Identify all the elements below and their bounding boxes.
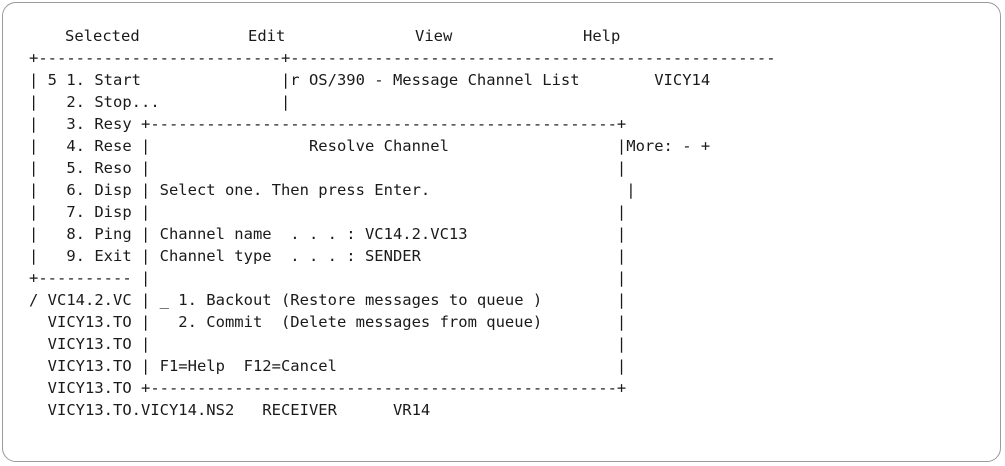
- screen-line: | 5 1. Start |r OS/390 - Message Channel…: [29, 71, 711, 89]
- screen-line: VICY13.TO | |: [29, 335, 627, 353]
- menu-view[interactable]: View: [415, 25, 452, 47]
- dialog-bottom-border: VICY13.TO +-----------------------------…: [29, 379, 627, 397]
- screen-line: | 5. Reso | |: [29, 159, 627, 177]
- option-commit-line[interactable]: VICY13.TO | 2. Commit (Delete messages f…: [29, 311, 627, 333]
- dialog-title-line: | 4. Rese | Resolve Channel |More: - +: [29, 137, 711, 155]
- function-keys-line[interactable]: VICY13.TO | F1=Help F12=Cancel |: [29, 355, 627, 377]
- channel-list-row[interactable]: VICY13.TO.VICY14.NS2 RECEIVER VR14: [29, 399, 431, 421]
- menu-selected[interactable]: Selected: [65, 25, 140, 47]
- terminal-window: Selected Edit View Help +---------------…: [2, 2, 1001, 462]
- screen-line: | 2. Stop... |: [29, 93, 291, 111]
- option-backout-line[interactable]: / VC14.2.VC | _ 1. Backout (Restore mess…: [29, 289, 626, 311]
- menu-edit[interactable]: Edit: [248, 25, 285, 47]
- menu-top-border: +--------------------------+------------…: [29, 49, 776, 67]
- channel-name-line: | 8. Ping | Channel name . . . : VC14.2.…: [29, 225, 627, 243]
- dialog-top-border: | 3. Resy +-----------------------------…: [29, 115, 627, 133]
- screen-line: | 7. Disp | |: [29, 203, 627, 221]
- menu-bottom-border: +---------- | |: [29, 269, 627, 287]
- channel-type-line: | 9. Exit | Channel type . . . : SENDER …: [29, 247, 627, 265]
- dialog-instruction-line: | 6. Disp | Select one. Then press Enter…: [29, 181, 636, 199]
- menu-help[interactable]: Help: [583, 25, 620, 47]
